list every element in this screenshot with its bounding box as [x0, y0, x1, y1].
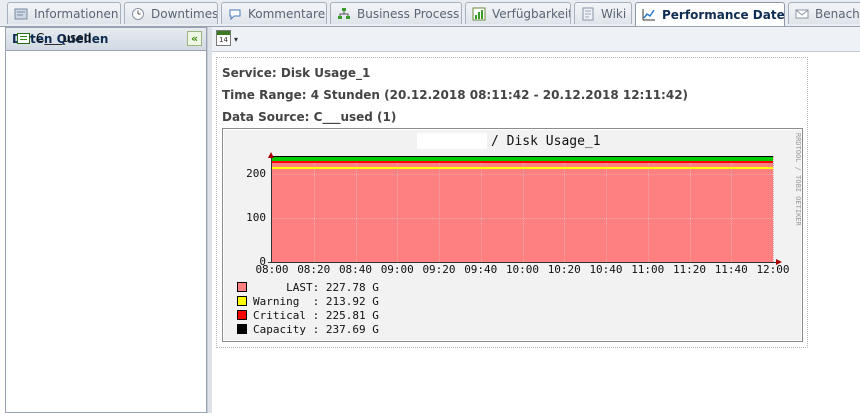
legend-swatch [237, 296, 247, 306]
x-tick-label: 11:40 [714, 263, 748, 276]
redacted-host [417, 133, 487, 149]
tab-bar: Informationen Downtimes Kommentare Busin… [0, 0, 860, 27]
grid-line-horizontal [272, 173, 773, 175]
grid-line-vertical [689, 156, 691, 262]
legend-entry: LAST: 227.78 G [237, 280, 379, 294]
x-tick-label: 09:20 [422, 263, 456, 276]
legend-swatch [237, 282, 247, 292]
chart-icon [472, 7, 486, 21]
x-tick-label: 11:00 [631, 263, 665, 276]
tab-label: Performance Daten [662, 8, 785, 22]
collapse-icon[interactable]: « [187, 31, 202, 46]
x-tick-label: 09:40 [464, 263, 498, 276]
tab-label: Downtimes [151, 6, 218, 21]
tab-performance-daten[interactable]: Performance Daten [635, 2, 785, 26]
tree-item-data-source[interactable]: C___used [17, 31, 91, 45]
legend-text: LAST: 227.78 G [253, 280, 379, 294]
plot-area [272, 156, 774, 262]
speech-bubble-icon [228, 7, 242, 21]
grid-line-horizontal [272, 217, 773, 219]
grid-line-vertical [522, 156, 524, 262]
y-axis-arrow-icon [268, 152, 274, 158]
tab-benachrichtigungen[interactable]: Benachrichtigungen [788, 2, 860, 24]
grid-line-vertical [564, 156, 566, 262]
legend-text: Capacity : 237.69 G [253, 322, 379, 336]
grid-line-vertical [731, 156, 733, 262]
y-tick-label: 100 [246, 210, 266, 224]
tab-downtimes[interactable]: Downtimes [124, 2, 218, 24]
legend-entry: Capacity : 237.69 G [237, 322, 379, 336]
capacity-line [272, 156, 773, 162]
rrdtool-credit: RRDTOOL / TOBI OETIKER [794, 133, 802, 226]
grid-line-vertical [313, 156, 315, 262]
graph-icon [642, 8, 656, 22]
grid-line-vertical [439, 156, 440, 262]
envelope-icon [795, 7, 809, 21]
y-tick-label: 200 [246, 166, 266, 180]
critical-line [272, 161, 773, 164]
graph-title: / Disk Usage_1 [417, 132, 601, 150]
graph-title-text: / Disk Usage_1 [491, 133, 601, 149]
dropdown-arrow-icon[interactable]: ▾ [234, 35, 238, 44]
toolbar: 14 ▾ [212, 27, 860, 52]
grid-line-vertical [647, 156, 649, 262]
panel-splitter[interactable] [207, 27, 212, 413]
tab-label: Informationen [34, 6, 119, 21]
tab-business-process[interactable]: Business Process [330, 2, 462, 24]
legend-entry: Warning : 213.92 G [237, 294, 379, 308]
grid-line-vertical [480, 156, 482, 262]
x-tick-label: 08:20 [297, 263, 331, 276]
legend-swatch [237, 324, 247, 334]
warning-line [272, 166, 773, 169]
tab-label: Wiki [601, 6, 627, 21]
grid-line-vertical [397, 156, 399, 262]
clock-icon [131, 7, 145, 21]
tab-label: Benachrichtigungen [815, 6, 860, 21]
data-sources-panel: Daten Quellen « [5, 27, 207, 413]
tab-informationen[interactable]: Informationen [7, 2, 121, 24]
data-source-label: Data Source: C___used (1) [222, 110, 397, 124]
legend-entry: Critical : 225.81 G [237, 308, 379, 322]
service-label: Service: Disk Usage_1 [222, 66, 371, 80]
x-tick-label: 09:00 [380, 263, 414, 276]
x-tick-label: 10:20 [547, 263, 581, 276]
tab-wiki[interactable]: Wiki [574, 2, 632, 24]
x-tick-label: 12:00 [756, 263, 790, 276]
tab-label: Kommentare [248, 6, 326, 21]
grid-line-vertical [606, 156, 607, 262]
page-icon [581, 7, 595, 21]
tab-label: Business Process [357, 6, 460, 21]
x-tick-label: 11:20 [672, 263, 707, 276]
y-axis [271, 156, 272, 263]
legend-text: Critical : 225.81 G [253, 308, 379, 322]
tab-verfuegbarkeit[interactable]: Verfügbarkeit [465, 2, 571, 24]
x-tick-label: 10:00 [505, 263, 540, 276]
tab-kommentare[interactable]: Kommentare [221, 2, 327, 24]
data-source-icon [17, 32, 30, 44]
grid-line-vertical [355, 156, 357, 262]
time-range-label: Time Range: 4 Stunden (20.12.2018 08:11:… [222, 88, 689, 102]
legend-text: Warning : 213.92 G [253, 294, 379, 308]
x-tick-label: 10:40 [589, 263, 623, 276]
calendar-icon[interactable]: 14 [216, 30, 231, 46]
grid-line-vertical [773, 156, 774, 262]
x-tick-label: 08:00 [255, 263, 289, 276]
tab-label: Verfügbarkeit [492, 6, 571, 21]
hierarchy-icon [337, 7, 351, 21]
tree-item-label: C___used [36, 31, 92, 45]
info-icon [14, 7, 28, 21]
legend-swatch [237, 310, 247, 320]
x-tick-label: 08:40 [338, 263, 373, 276]
